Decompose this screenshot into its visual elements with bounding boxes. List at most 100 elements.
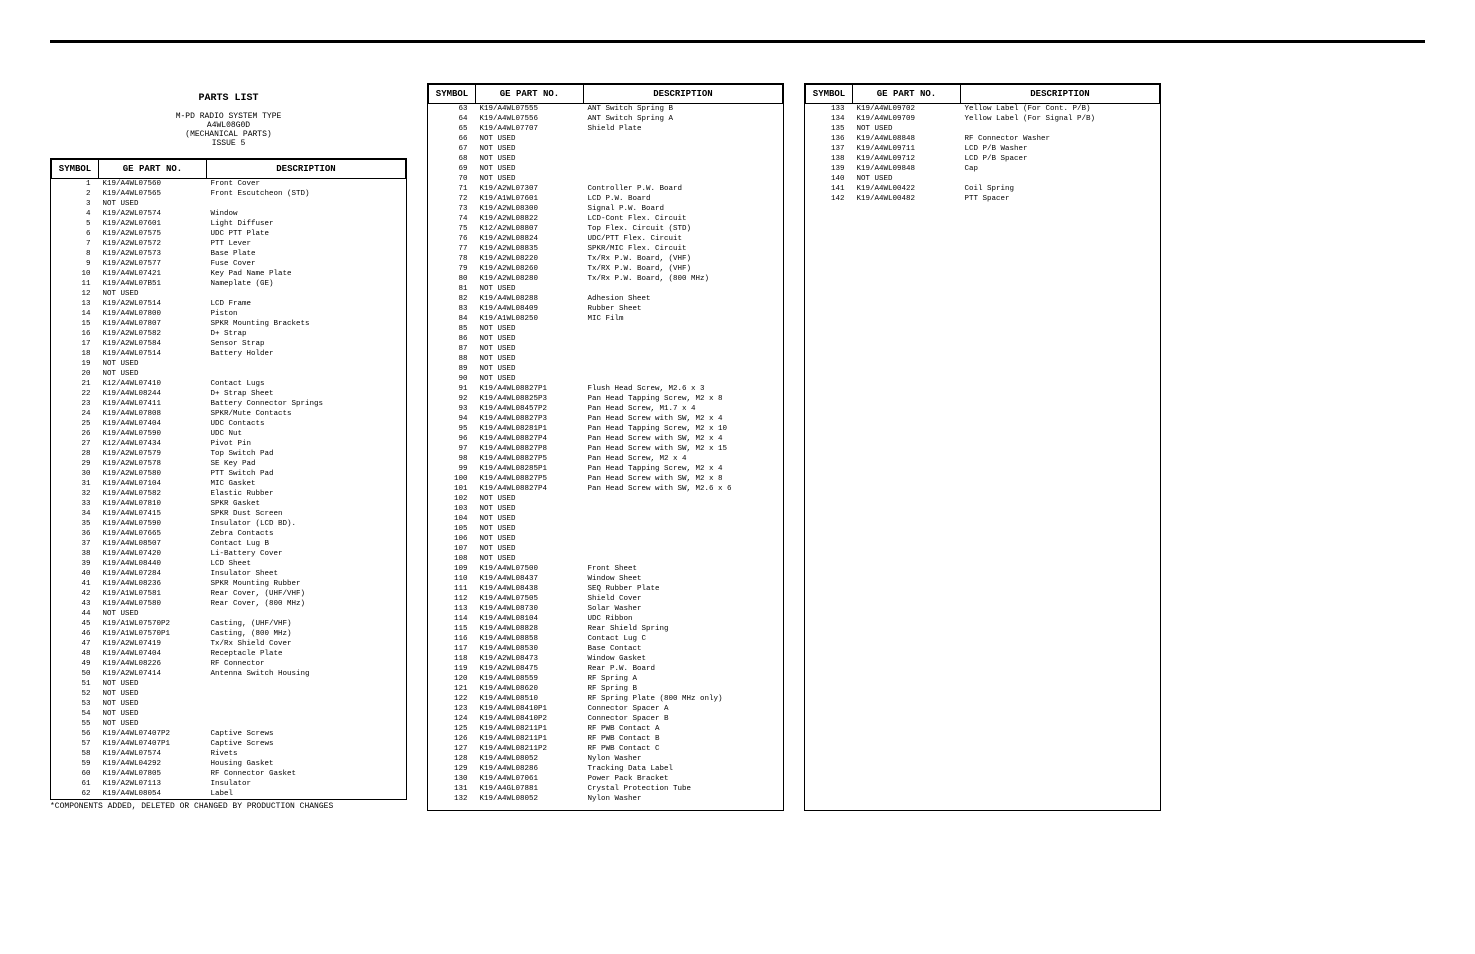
table-row: 128K19/A4WL08052Nylon Washer	[429, 754, 783, 764]
cell-symbol: 36	[52, 529, 99, 539]
cell-symbol: 106	[429, 534, 476, 544]
cell-symbol: 135	[806, 124, 853, 134]
cell-symbol: 117	[429, 644, 476, 654]
cell-symbol: 103	[429, 504, 476, 514]
cell-desc: Pivot Pin	[207, 439, 406, 449]
cell-symbol: 138	[806, 154, 853, 164]
cell-part: K12/A2WL08807	[476, 224, 584, 234]
cell-desc: Battery Holder	[207, 349, 406, 359]
cell-desc: Rear P.W. Board	[584, 664, 783, 674]
cell-desc: Top Flex. Circuit (STD)	[584, 224, 783, 234]
cell-part: K19/A4WL07805	[99, 769, 207, 779]
cell-symbol: 60	[52, 769, 99, 779]
cell-part: K19/A1WL07601	[476, 194, 584, 204]
table-row: 20NOT USED	[52, 369, 406, 379]
cell-desc: RF PWB Contact B	[584, 734, 783, 744]
cell-desc: Fuse Cover	[207, 259, 406, 269]
cell-symbol: 68	[429, 154, 476, 164]
cell-desc: Front Escutcheon (STD)	[207, 189, 406, 199]
cell-desc: Rear Shield Spring	[584, 624, 783, 634]
cell-desc: SPKR Gasket	[207, 499, 406, 509]
table-row: 10K19/A4WL07421Key Pad Name Plate	[52, 269, 406, 279]
cell-symbol: 6	[52, 229, 99, 239]
cell-desc: RF Connector	[207, 659, 406, 669]
table-row: 5K19/A2WL07601Light Diffuser	[52, 219, 406, 229]
cell-desc: Yellow Label (For Signal P/B)	[961, 114, 1160, 124]
cell-symbol: 107	[429, 544, 476, 554]
table-row: 68NOT USED	[429, 154, 783, 164]
cell-desc: Controller P.W. Board	[584, 184, 783, 194]
cell-symbol: 29	[52, 459, 99, 469]
cell-part: K19/A2WL08824	[476, 234, 584, 244]
cell-desc: Base Contact	[584, 644, 783, 654]
table-row: 38K19/A4WL07420Li-Battery Cover	[52, 549, 406, 559]
cell-symbol: 95	[429, 424, 476, 434]
table-row: 80K19/A2WL08280Tx/Rx P.W. Board, (800 MH…	[429, 274, 783, 284]
cell-symbol: 96	[429, 434, 476, 444]
cell-desc: Window Gasket	[584, 654, 783, 664]
cell-part: K19/A4WL08104	[476, 614, 584, 624]
header-symbol: SYMBOL	[52, 160, 99, 179]
cell-desc: Pan Head Tapping Screw, M2 x 8	[584, 394, 783, 404]
header-part: GE PART NO.	[476, 85, 584, 104]
cell-part: K19/A2WL07572	[99, 239, 207, 249]
table-row: 127K19/A4WL08211P2RF PWB Contact C	[429, 744, 783, 754]
cell-desc: Pan Head Screw, M1.7 x 4	[584, 404, 783, 414]
cell-symbol: 26	[52, 429, 99, 439]
cell-part: K19/A2WL08280	[476, 274, 584, 284]
cell-part: K19/A4WL08827P4	[476, 434, 584, 444]
cell-part: K19/A4WL07415	[99, 509, 207, 519]
cell-desc: Contact Lug C	[584, 634, 783, 644]
table-row: 98K19/A4WL08827P5Pan Head Screw, M2 x 4	[429, 454, 783, 464]
cell-part: K19/A2WL07578	[99, 459, 207, 469]
cell-symbol: 30	[52, 469, 99, 479]
cell-desc: Pan Head Tapping Screw, M2 x 10	[584, 424, 783, 434]
cell-part: K19/A4WL08052	[476, 754, 584, 764]
cell-desc: ANT Switch Spring A	[584, 114, 783, 124]
table-row: 25K19/A4WL07404UDC Contacts	[52, 419, 406, 429]
cell-desc: Nameplate (GE)	[207, 279, 406, 289]
cell-symbol: 22	[52, 389, 99, 399]
cell-desc	[207, 609, 406, 619]
table-row: 121K19/A4WL08620RF Spring B	[429, 684, 783, 694]
cell-symbol: 123	[429, 704, 476, 714]
cell-symbol: 69	[429, 164, 476, 174]
column-1: SYMBOL GE PART NO. DESCRIPTION 1K19/A4WL…	[50, 158, 407, 800]
cell-symbol: 15	[52, 319, 99, 329]
table-row: 77K19/A2WL08835SPKR/MIC Flex. Circuit	[429, 244, 783, 254]
cell-part: K19/A1WL08250	[476, 314, 584, 324]
table-row: 106NOT USED	[429, 534, 783, 544]
cell-part: K19/A4WL07407P2	[99, 729, 207, 739]
cell-part: K19/A4WL07808	[99, 409, 207, 419]
table-row: 105NOT USED	[429, 524, 783, 534]
table-row: 88NOT USED	[429, 354, 783, 364]
cell-part: K19/A4WL07407P1	[99, 739, 207, 749]
table-row: 86NOT USED	[429, 334, 783, 344]
table-row: 75K12/A2WL08807Top Flex. Circuit (STD)	[429, 224, 783, 234]
table-row: 1K19/A4WL07560Front Cover	[52, 179, 406, 190]
cell-desc: UDC Ribbon	[584, 614, 783, 624]
table-row: 114K19/A4WL08104UDC Ribbon	[429, 614, 783, 624]
table-row: 60K19/A4WL07805RF Connector Gasket	[52, 769, 406, 779]
cell-part: NOT USED	[476, 374, 584, 384]
cell-symbol: 44	[52, 609, 99, 619]
cell-part: K19/A4WL08530	[476, 644, 584, 654]
cell-desc: Key Pad Name Plate	[207, 269, 406, 279]
cell-part: NOT USED	[476, 534, 584, 544]
table-row: 48K19/A4WL07404Receptacle Plate	[52, 649, 406, 659]
cell-desc: PTT Switch Pad	[207, 469, 406, 479]
cell-symbol: 28	[52, 449, 99, 459]
subtitle-2: A4WL08G0D	[60, 121, 397, 130]
cell-desc: Base Plate	[207, 249, 406, 259]
cell-symbol: 92	[429, 394, 476, 404]
table-row: 57K19/A4WL07407P1Captive Screws	[52, 739, 406, 749]
cell-symbol: 47	[52, 639, 99, 649]
cell-part: K19/A2WL07577	[99, 259, 207, 269]
table-row: 52NOT USED	[52, 689, 406, 699]
column-1-wrapper: PARTS LIST M-PD RADIO SYSTEM TYPE A4WL08…	[50, 83, 407, 811]
table-row: 120K19/A4WL08559RF Spring A	[429, 674, 783, 684]
cell-part: K19/A4WL08285P1	[476, 464, 584, 474]
cell-desc	[207, 369, 406, 379]
cell-part: K19/A4WL08848	[853, 134, 961, 144]
cell-symbol: 130	[429, 774, 476, 784]
